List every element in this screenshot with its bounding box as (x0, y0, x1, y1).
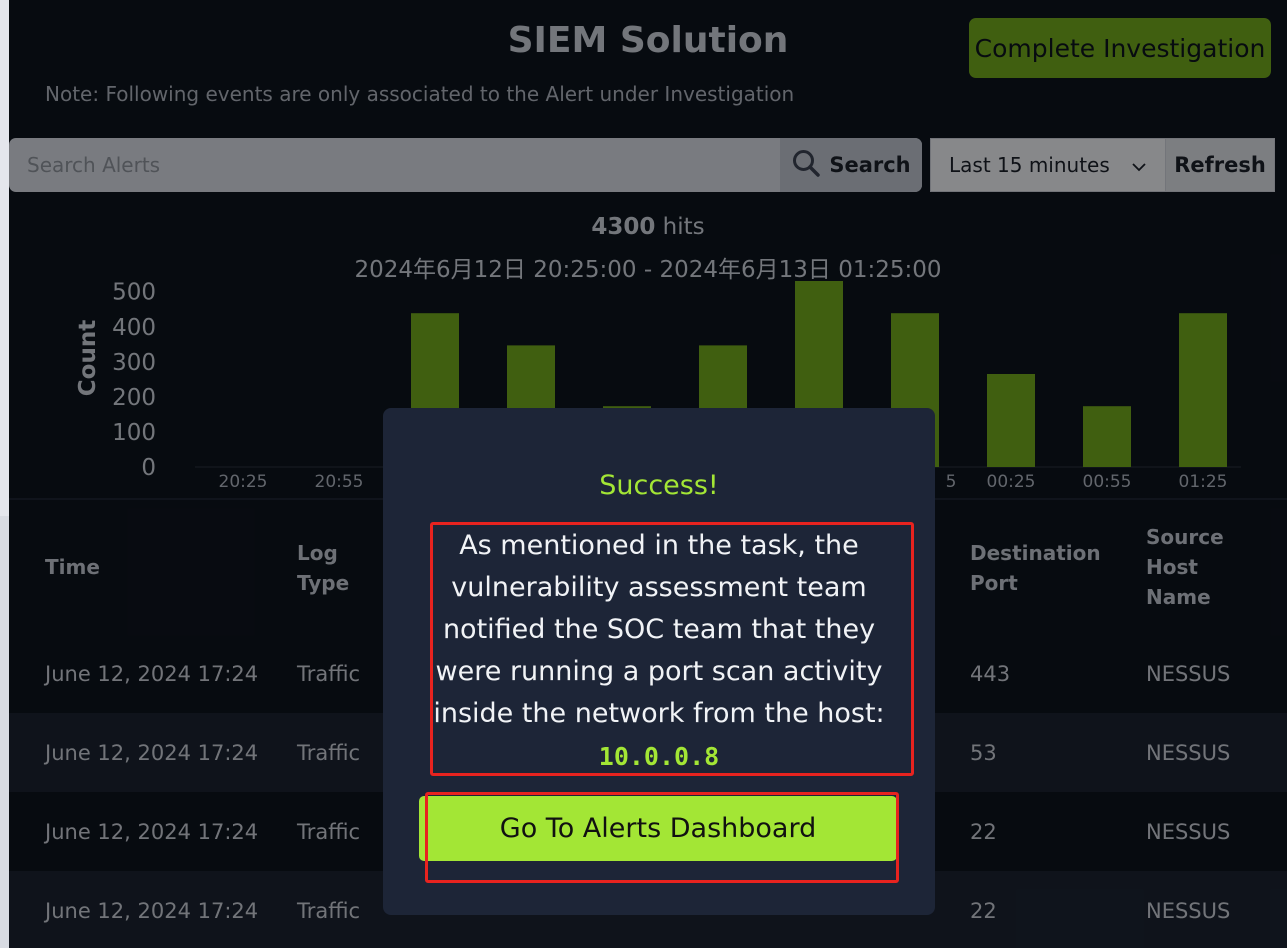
success-title: Success! (599, 470, 719, 501)
success-modal: Success! As mentioned in the task, the v… (383, 408, 935, 915)
host-ip: 10.0.0.8 (598, 742, 720, 771)
page-gutter (0, 0, 9, 516)
message-line: As mentioned in the task, the (459, 530, 859, 561)
message-line: inside the network from the host: (433, 698, 885, 729)
message-line: were running a port scan activity (435, 656, 883, 687)
siem-page: SIEM Solution Complete Investigation Not… (9, 0, 1287, 948)
highlight-box (425, 792, 899, 883)
message-line: notified the SOC team that they (442, 614, 876, 645)
message-line: vulnerability assessment team (451, 572, 867, 603)
